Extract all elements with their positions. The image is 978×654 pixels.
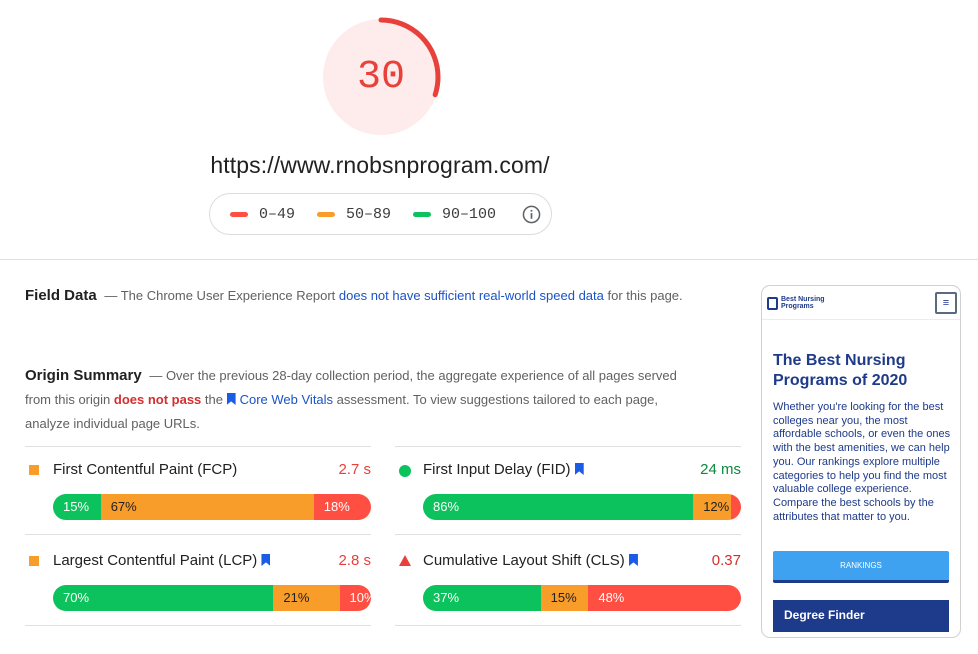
origin-summary-text-mid: the	[201, 392, 227, 407]
bar-segment-good: 15%	[53, 494, 101, 520]
metric-name: Cumulative Layout Shift (CLS)	[423, 552, 642, 569]
bar-segment-poor: 10%	[339, 585, 371, 611]
green-circle-icon	[399, 465, 411, 477]
metric-value: 2.7 s	[338, 461, 371, 478]
bar-segment-average: 12%	[693, 494, 731, 520]
distribution-bar: 86% 12% 2%	[423, 494, 741, 520]
bar-segment-average: 21%	[273, 585, 340, 611]
legend-swatch-poor	[230, 211, 248, 217]
legend-item-poor: 0–49	[230, 206, 295, 223]
metric-name-text: First Contentful Paint (FCP)	[53, 461, 238, 478]
bar-segment-poor: 2%	[731, 494, 741, 520]
bar-segment-average: 67%	[100, 494, 314, 520]
bookmark-icon	[226, 393, 236, 405]
metric-name: First Input Delay (FID)	[423, 461, 588, 478]
bar-segment-average: 15%	[540, 585, 589, 611]
metric-divider	[25, 625, 371, 626]
tested-url: https://www.rnobsnprogram.com/	[210, 152, 550, 178]
site-hero-title: The Best Nursing Programs of 2020	[773, 352, 908, 389]
field-data-title: Field Data	[25, 287, 97, 304]
origin-summary-status: does not pass	[113, 392, 202, 407]
logo-line-2: Programs	[781, 303, 814, 310]
metric-name-text: Cumulative Layout Shift (CLS)	[423, 552, 625, 569]
site-hero-body: Whether you're looking for the best coll…	[773, 401, 951, 523]
performance-score-gauge: 30	[320, 16, 442, 138]
origin-summary-section: Origin Summary — Over the previous 28-da…	[25, 364, 705, 436]
field-data-text-after: for this page.	[603, 288, 683, 303]
orange-square-icon	[29, 465, 39, 475]
bookmark-icon	[628, 554, 638, 566]
field-data-text-before: — The Chrome User Experience Report	[104, 288, 339, 303]
metric-value: 24 ms	[700, 461, 741, 478]
origin-summary-title: Origin Summary	[25, 367, 142, 384]
bar-segment-good: 37%	[423, 585, 541, 611]
site-logo: Best Nursing Programs	[767, 296, 831, 310]
score-legend: 0–49 50–89 90–100	[209, 193, 552, 235]
site-degree-finder: Degree Finder	[773, 600, 949, 632]
bookmark-icon	[261, 554, 271, 566]
legend-label-average: 50–89	[346, 205, 392, 223]
legend-label-good: 90–100	[442, 205, 497, 223]
metric-name: First Contentful Paint (FCP)	[53, 461, 237, 478]
page-screenshot-thumbnail: Best Nursing Programs ≡ The Best Nursing…	[761, 285, 961, 638]
distribution-bar: 37% 15% 48%	[423, 585, 741, 611]
metric-divider	[25, 534, 371, 535]
core-web-vitals-link[interactable]: Core Web Vitals	[240, 392, 333, 407]
distribution-bar: 15% 67% 18%	[53, 494, 371, 520]
distribution-bar: 70% 21% 10%	[53, 585, 371, 611]
bookmark-icon	[574, 463, 584, 475]
metric-value: 0.37	[711, 552, 741, 569]
orange-square-icon	[29, 556, 39, 566]
logo-text: Best Nursing Programs	[781, 296, 831, 310]
site-rankings-button: RANKINGS	[773, 551, 949, 583]
bar-segment-good: 70%	[53, 585, 274, 611]
metric-value: 2.8 s	[338, 552, 371, 569]
logo-mark-icon	[767, 296, 778, 310]
legend-swatch-good	[413, 211, 432, 217]
legend-swatch-average	[317, 211, 336, 217]
field-data-link[interactable]: does not have sufficient real-world spee…	[339, 288, 604, 303]
legend-item-good: 90–100	[413, 206, 496, 223]
logo-line-1: Best Nursing	[781, 296, 825, 303]
info-icon[interactable]	[522, 205, 541, 224]
bar-segment-good: 86%	[423, 494, 694, 520]
metric-name: Largest Contentful Paint (LCP)	[53, 552, 274, 569]
performance-score: 30	[356, 54, 405, 100]
metric-divider	[395, 534, 741, 535]
metric-name-text: Largest Contentful Paint (LCP)	[53, 552, 258, 569]
site-header: Best Nursing Programs ≡	[762, 286, 960, 320]
legend-label-poor: 0–49	[259, 205, 296, 223]
legend-item-average: 50–89	[317, 206, 391, 223]
field-data-section: Field Data — The Chrome User Experience …	[25, 284, 705, 308]
metric-divider	[395, 625, 741, 626]
header-divider	[0, 259, 978, 260]
bar-segment-poor: 18%	[313, 494, 371, 520]
bar-segment-poor: 48%	[588, 585, 741, 611]
red-triangle-icon	[399, 555, 411, 566]
metric-name-text: First Input Delay (FID)	[423, 461, 571, 478]
hamburger-menu-icon: ≡	[935, 292, 957, 314]
